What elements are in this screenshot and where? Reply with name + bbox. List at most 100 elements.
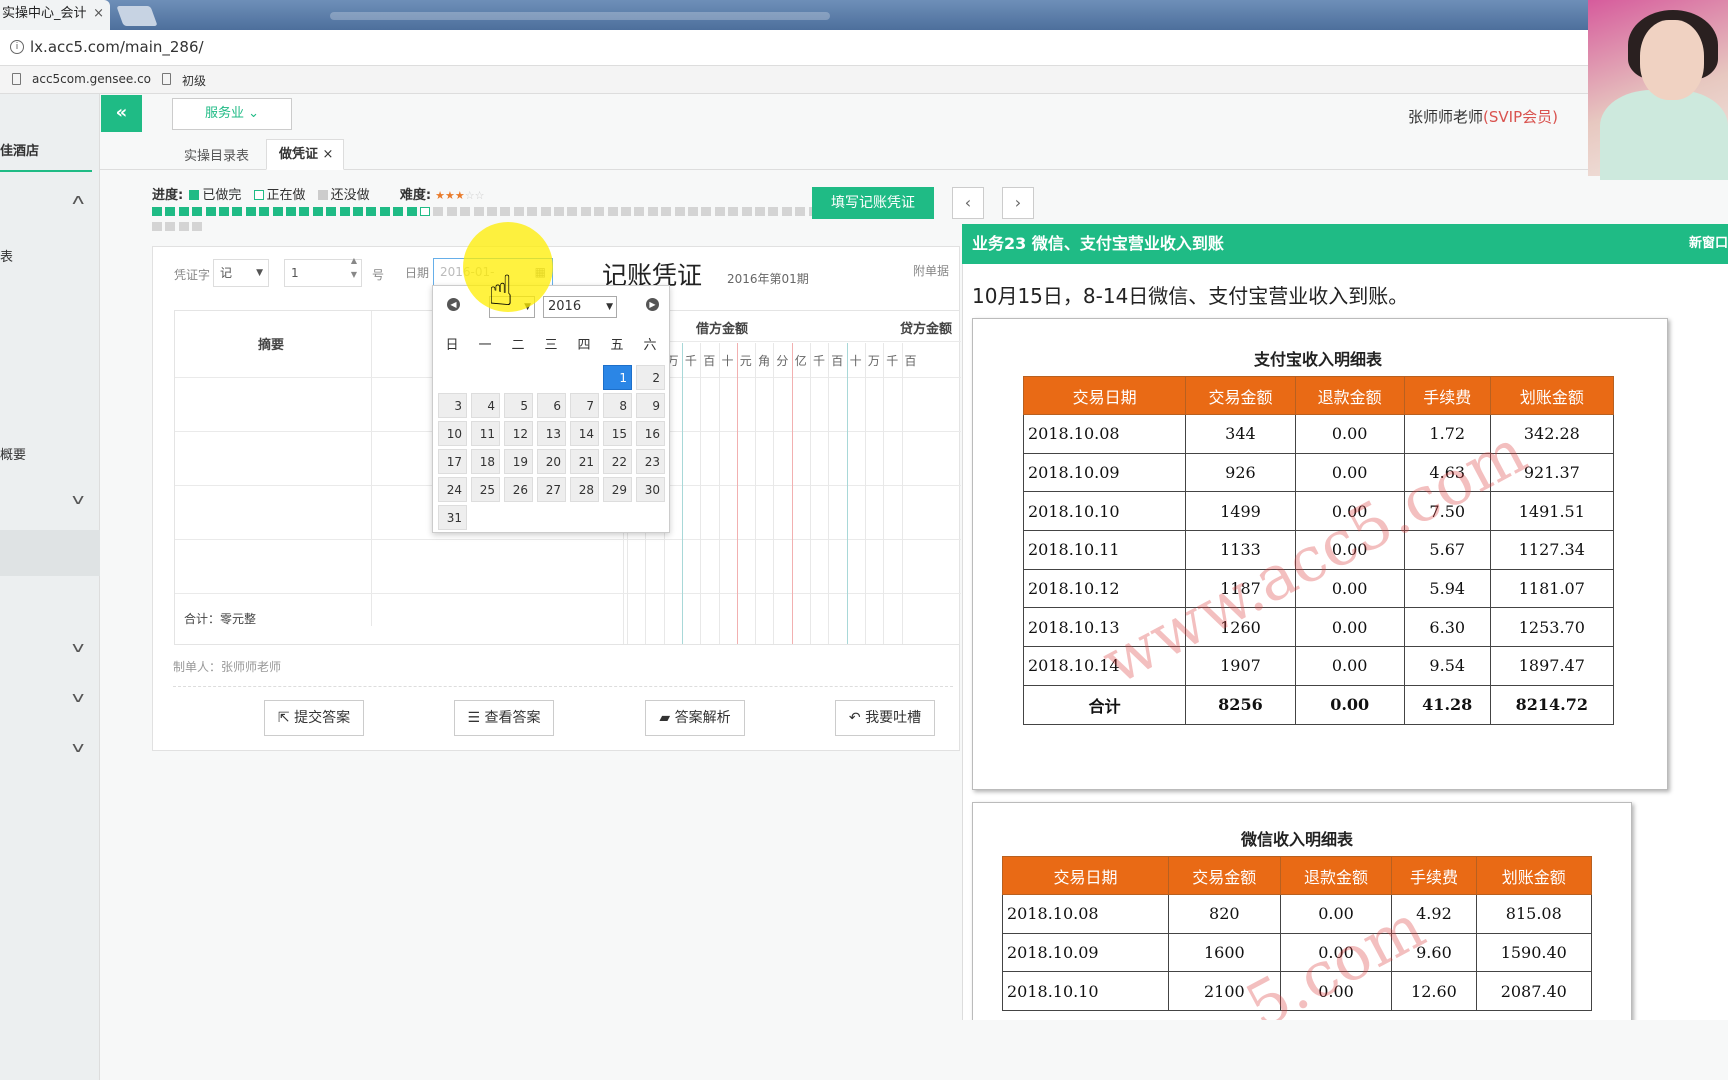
calendar-day[interactable]: 24	[438, 477, 467, 502]
calendar-day[interactable]: 31	[438, 505, 467, 530]
calendar-day[interactable]: 6	[537, 393, 566, 418]
table-cell: 1127.34	[1489, 530, 1615, 570]
tab-voucher[interactable]: 做凭证 ×	[266, 139, 344, 170]
calendar-day[interactable]: 18	[471, 449, 500, 474]
calendar-day[interactable]: 4	[471, 393, 500, 418]
collapse-sidebar-button[interactable]: «	[101, 95, 142, 132]
calendar-day[interactable]: 26	[504, 477, 533, 502]
calendar-day[interactable]: 21	[570, 449, 599, 474]
voucher-number-input[interactable]: 1 ▲ ▼	[284, 256, 362, 287]
progress-segment	[795, 207, 806, 216]
url-text[interactable]: lx.acc5.com/main_286/	[30, 38, 204, 56]
progress-segment	[286, 207, 296, 216]
difficulty-empty-stars: ☆☆	[464, 189, 485, 202]
progress-segment	[299, 207, 310, 216]
chevron-up-icon[interactable]: v	[72, 192, 84, 208]
browser-tab[interactable]: 实操中心_会计 ×	[0, 0, 110, 30]
grid-line	[864, 343, 866, 644]
table-cell: 344	[1185, 414, 1296, 454]
sidebar-item-active[interactable]	[0, 530, 100, 576]
panel-title: 业务23 微信、支付宝营业收入到账	[972, 234, 1224, 253]
calendar-day[interactable]: 9	[636, 393, 665, 418]
column-header: 交易日期	[1002, 856, 1169, 895]
calendar-day[interactable]: 28	[570, 477, 599, 502]
user-info[interactable]: 张师师老师(SVIP会员)	[1408, 106, 1558, 127]
calendar-day[interactable]: 5	[504, 393, 533, 418]
progress-segment	[353, 207, 363, 216]
progress-segment	[701, 207, 712, 216]
digit-header: 十	[849, 354, 862, 368]
calendar-day[interactable]: 19	[504, 449, 533, 474]
calendar-day[interactable]: 2	[636, 365, 665, 390]
calendar-day[interactable]: 29	[603, 477, 632, 502]
tab-voucher-label: 做凭证	[279, 147, 319, 162]
sidebar-item[interactable]: 概要	[0, 444, 26, 463]
progress-segment	[245, 207, 256, 216]
chevron-down-icon[interactable]: v	[72, 492, 84, 508]
progress-segment	[781, 207, 792, 216]
calendar-day[interactable]: 13	[537, 421, 566, 446]
calendar-day[interactable]: 7	[570, 393, 599, 418]
calendar-day[interactable]: 8	[603, 393, 632, 418]
table-cell: 1187	[1185, 568, 1296, 609]
grid-line	[828, 343, 830, 644]
prev-month-icon[interactable]: ◀	[447, 298, 460, 311]
prev-button[interactable]: ‹	[952, 187, 984, 219]
close-icon[interactable]: ×	[93, 0, 104, 28]
new-window-link[interactable]: 新窗口	[1689, 224, 1728, 264]
progress-segment	[406, 207, 417, 216]
fill-voucher-button[interactable]: 填写记账凭证	[812, 187, 934, 219]
view-answer-button[interactable]: ☰ 查看答案	[454, 700, 554, 736]
bookmark-item[interactable]: 初级	[182, 72, 206, 89]
calendar-day[interactable]: 12	[504, 421, 533, 446]
grid-line	[175, 539, 961, 540]
calendar-day[interactable]: 15	[603, 421, 632, 446]
calendar-day[interactable]: 16	[636, 421, 665, 446]
close-icon[interactable]: ×	[323, 147, 334, 162]
progress-segment	[446, 207, 457, 216]
calendar-day[interactable]: 11	[471, 421, 500, 446]
chevron-down-icon[interactable]: v	[72, 740, 84, 756]
grid-line	[623, 341, 961, 342]
progress-segment	[647, 207, 658, 216]
calendar-day[interactable]: 27	[537, 477, 566, 502]
year-select[interactable]: 2016 ▼	[543, 296, 617, 318]
progress-label: 进度:	[152, 188, 184, 203]
feedback-button[interactable]: ↶ 我要吐槽	[835, 700, 935, 736]
legend-doing-swatch	[253, 190, 264, 200]
column-header: 手续费	[1403, 376, 1491, 415]
tab-directory[interactable]: 实操目录表	[184, 145, 249, 164]
progress-segment	[500, 207, 511, 216]
calendar-day[interactable]: 30	[636, 477, 665, 502]
progress-segment	[312, 207, 323, 216]
next-button[interactable]: ›	[1002, 187, 1034, 219]
calendar-day[interactable]: 25	[471, 477, 500, 502]
weekday-label: 二	[511, 338, 525, 353]
stepper-icon[interactable]: ▲ ▼	[351, 254, 357, 282]
calendar-day[interactable]: 1	[603, 365, 632, 390]
calendar-day[interactable]: 22	[603, 449, 632, 474]
calendar-day[interactable]: 17	[438, 449, 467, 474]
calendar-day[interactable]: 23	[636, 449, 665, 474]
legend-todo-swatch	[317, 190, 328, 200]
address-bar[interactable]: i lx.acc5.com/main_286/	[0, 30, 1728, 66]
difficulty-stars: ★★★	[435, 189, 465, 202]
chevron-down-icon[interactable]: v	[72, 690, 84, 706]
answer-analysis-button[interactable]: ▰ 答案解析	[645, 700, 745, 736]
new-tab-button[interactable]	[116, 6, 158, 26]
next-month-icon[interactable]: ▶	[646, 298, 659, 311]
bookmark-item[interactable]: acc5com.gensee.co	[32, 72, 151, 86]
column-header: 手续费	[1391, 856, 1477, 895]
date-picker[interactable]: ◀ ▼ 2016▼ ▶ 日一二三四五六 12345678910111213141…	[432, 285, 670, 533]
sidebar-item[interactable]: 表	[0, 246, 13, 265]
industry-dropdown[interactable]: 服务业 ⌄	[172, 98, 292, 130]
chevron-down-icon[interactable]: v	[72, 640, 84, 656]
progress-segment	[178, 207, 189, 216]
voucher-word-select[interactable]: 记 ▼	[213, 259, 269, 287]
info-icon[interactable]: i	[10, 40, 24, 54]
calendar-day[interactable]: 10	[438, 421, 467, 446]
calendar-day[interactable]: 20	[537, 449, 566, 474]
submit-answer-button[interactable]: ⇱ 提交答案	[264, 700, 364, 736]
calendar-day[interactable]: 14	[570, 421, 599, 446]
calendar-day[interactable]: 3	[438, 393, 467, 418]
